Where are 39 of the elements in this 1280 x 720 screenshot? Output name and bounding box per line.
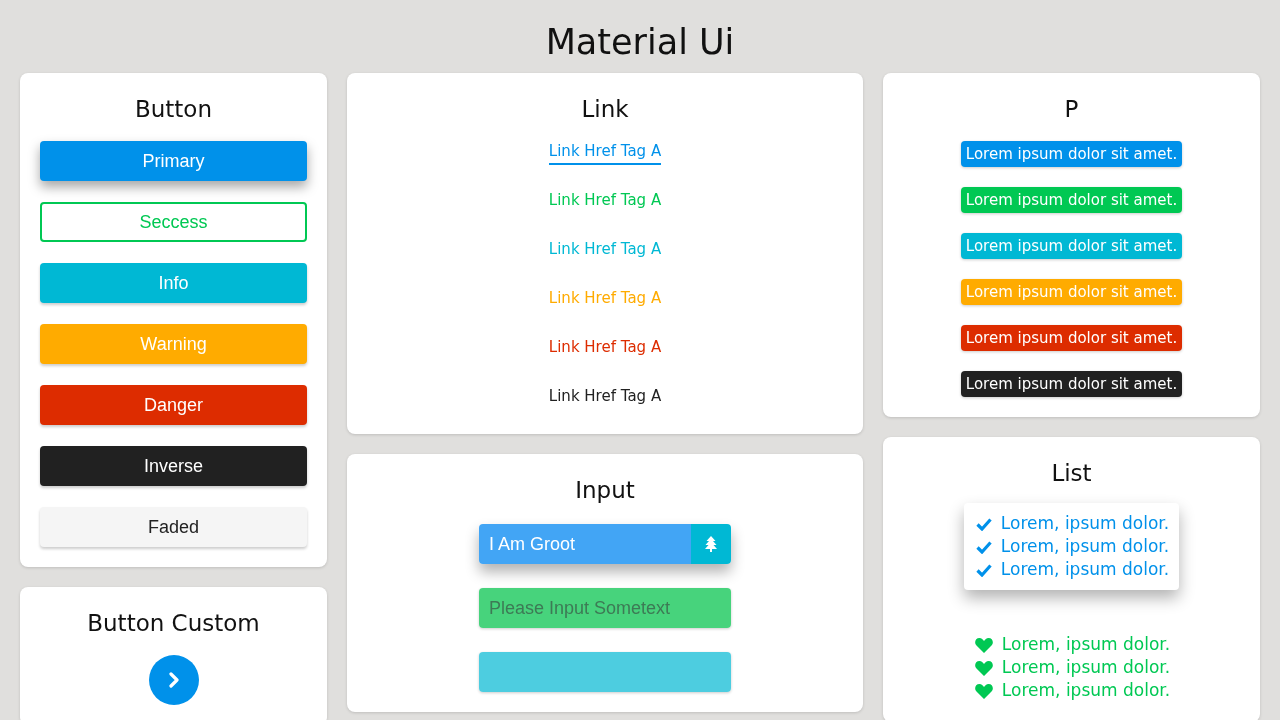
button[interactable]: Warning [40,324,307,364]
link[interactable]: Link Href Tag A [548,141,662,165]
paragraph: Lorem ipsum dolor sit amet. [960,141,1183,167]
link[interactable]: Link Href Tag A [548,288,662,312]
link[interactable]: Link Href Tag A [548,190,662,214]
button[interactable]: Info [40,263,307,303]
list-item: Lorem, ipsum dolor. [1000,558,1170,581]
page-title: Material Ui [544,21,736,62]
button[interactable]: Inverse [40,446,307,486]
chevron-right-icon [167,672,180,688]
button[interactable]: Primary [40,141,307,181]
link[interactable]: Link Href Tag A [548,337,662,361]
card-title: Link [580,95,630,124]
input-field[interactable]: Please Input Sometext [479,588,731,628]
card-title: List [1050,459,1093,488]
paragraph: Lorem ipsum dolor sit amet. [960,279,1183,305]
card-title: P [1063,95,1080,124]
round-button[interactable] [148,655,199,705]
list-item: Lorem, ipsum dolor. [1000,512,1170,535]
list-item: Lorem, ipsum dolor. [1001,633,1171,656]
input-field[interactable]: I Am Groot [479,524,691,564]
button[interactable]: Seccess [40,202,307,242]
paragraph: Lorem ipsum dolor sit amet. [960,187,1183,213]
paragraph: Lorem ipsum dolor sit amet. [960,371,1183,397]
button[interactable]: Faded [40,507,307,547]
input-field[interactable] [479,652,731,692]
card-title: Input [574,476,636,505]
addon-button[interactable] [691,524,731,564]
card-title: Button [133,95,213,124]
list-item: Lorem, ipsum dolor. [1000,535,1170,558]
button[interactable]: Danger [40,385,307,425]
link[interactable]: Link Href Tag A [548,386,662,410]
tree-icon [705,536,717,552]
paragraph: Lorem ipsum dolor sit amet. [960,325,1183,351]
paragraph: Lorem ipsum dolor sit amet. [960,233,1183,259]
card-title: Button Custom [86,609,261,638]
list-item: Lorem, ipsum dolor. [1001,656,1171,679]
link[interactable]: Link Href Tag A [548,239,662,263]
list-item: Lorem, ipsum dolor. [1001,679,1171,702]
